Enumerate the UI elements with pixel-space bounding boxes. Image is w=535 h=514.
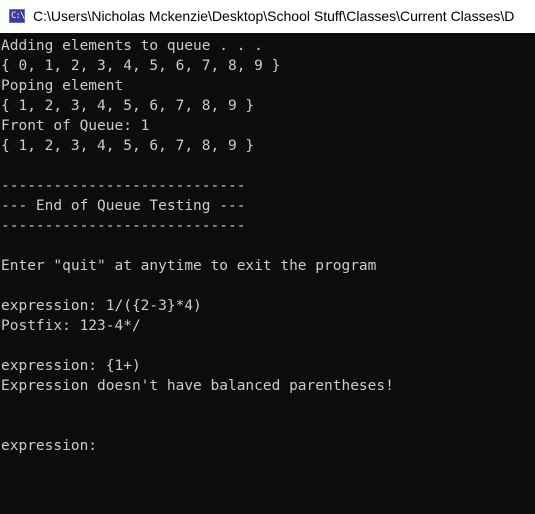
console-line: expression: 1/({2-3}*4) bbox=[1, 298, 202, 314]
console-line: { 0, 1, 2, 3, 4, 5, 6, 7, 8, 9 } bbox=[1, 58, 281, 74]
console-line: expression: {1+) bbox=[1, 358, 141, 374]
console-line: Enter "quit" at anytime to exit the prog… bbox=[1, 258, 377, 274]
console-line: Poping element bbox=[1, 78, 124, 94]
console-line: Front of Queue: 1 bbox=[1, 118, 150, 134]
console-line: { 1, 2, 3, 4, 5, 6, 7, 8, 9 } bbox=[1, 98, 255, 114]
window-title: C:\Users\Nicholas Mckenzie\Desktop\Schoo… bbox=[33, 8, 515, 24]
title-bar[interactable]: C:\ C:\Users\Nicholas Mckenzie\Desktop\S… bbox=[0, 0, 535, 33]
error-message: Expression doesn't have balanced parenth… bbox=[1, 378, 394, 394]
console-window: C:\ C:\Users\Nicholas Mckenzie\Desktop\S… bbox=[0, 0, 535, 514]
separator-line: ---------------------------- bbox=[1, 178, 246, 194]
console-line: Postfix: 123-4*/ bbox=[1, 318, 141, 334]
input-prompt[interactable]: expression: bbox=[1, 436, 106, 456]
section-heading: --- End of Queue Testing --- bbox=[1, 198, 246, 214]
console-line: { 1, 2, 3, 4, 5, 6, 7, 8, 9 } bbox=[1, 138, 255, 154]
console-output[interactable]: Adding elements to queue . . . { 0, 1, 2… bbox=[0, 36, 535, 514]
console-app-icon[interactable]: C:\ bbox=[9, 9, 25, 23]
console-line: Adding elements to queue . . . bbox=[1, 38, 263, 54]
separator-line: ---------------------------- bbox=[1, 218, 246, 234]
icon-glyph: C:\ bbox=[11, 11, 25, 21]
